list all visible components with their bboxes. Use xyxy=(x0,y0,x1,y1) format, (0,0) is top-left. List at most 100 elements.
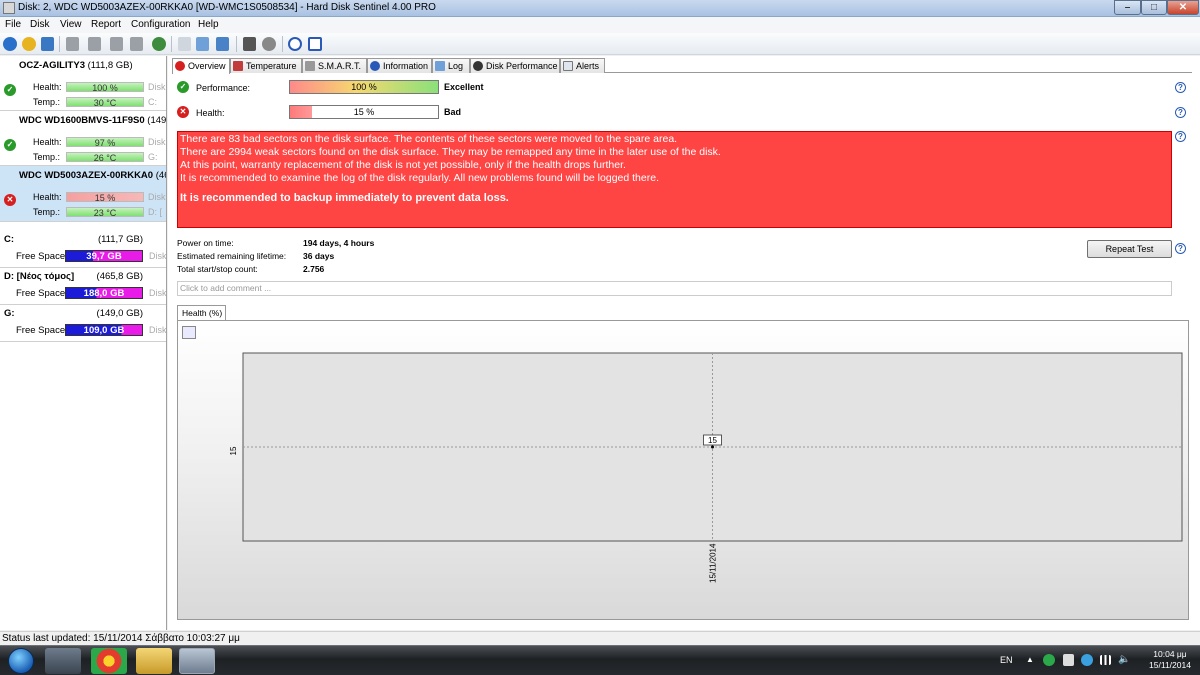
help-icon[interactable]: ? xyxy=(1175,131,1186,142)
health-graph-frame: 15 15/11/2014 15 xyxy=(177,320,1189,620)
tool1-icon[interactable] xyxy=(66,37,79,51)
explorer-icon[interactable] xyxy=(136,648,172,674)
settings-icon[interactable] xyxy=(262,37,276,51)
toolbar xyxy=(0,33,1200,55)
save-icon[interactable] xyxy=(196,37,209,51)
ok-status-icon: ✓ xyxy=(177,81,189,93)
disk-name: WDC WD5003AZEX-00RKKA0 xyxy=(19,170,154,181)
document-icon[interactable] xyxy=(178,37,191,51)
main-panel: Overview Temperature S.M.A.R.T. Informat… xyxy=(168,56,1200,630)
app-icon xyxy=(3,2,15,14)
tab-smart[interactable]: S.M.A.R.T. xyxy=(302,58,367,73)
partition-letter: D: [Νέος τόμος] xyxy=(4,271,75,282)
menu-view[interactable]: View xyxy=(60,19,82,30)
health-label: Health: xyxy=(33,192,62,202)
network-icon[interactable] xyxy=(1100,655,1111,665)
send-icon[interactable] xyxy=(216,37,229,51)
error-status-icon: ✕ xyxy=(4,194,16,206)
free-space-bar: 109,0 GB xyxy=(65,324,143,336)
language-indicator[interactable]: EN xyxy=(1000,655,1013,665)
info-icon[interactable] xyxy=(308,37,322,51)
action-center-icon[interactable] xyxy=(1063,654,1074,666)
alert-line: There are 2994 weak sectors found on the… xyxy=(180,146,721,158)
disk-capacity: (149 xyxy=(147,115,167,126)
tab-overview[interactable]: Overview xyxy=(172,58,230,74)
disk-name: WDC WD1600BMVS-11F9S0 xyxy=(19,115,145,126)
partition-item[interactable]: G: (149,0 GB) Free Space 109,0 GB Disk xyxy=(0,305,166,342)
clock-time: 10:04 μμ xyxy=(1153,649,1187,659)
menu-file[interactable]: File xyxy=(5,19,21,30)
help-icon[interactable] xyxy=(288,37,302,51)
menu-configuration[interactable]: Configuration xyxy=(131,19,190,30)
monitor-icon[interactable] xyxy=(243,37,256,51)
temp-label: Temp.: xyxy=(33,97,61,107)
tab-log[interactable]: Log xyxy=(432,58,470,73)
status-bar: Status last updated: 15/11/2014 Σάββατο … xyxy=(0,631,1200,645)
health-bar: 97 % xyxy=(66,137,144,148)
start-stop-value: 2.756 xyxy=(303,264,325,274)
partition-letter: G: xyxy=(4,308,15,319)
disk-capacity: (46 xyxy=(155,170,166,181)
tool2-icon[interactable] xyxy=(88,37,101,51)
repeat-test-button[interactable]: Repeat Test xyxy=(1087,240,1172,258)
disk-item-selected[interactable]: WDC WD5003AZEX-00RKKA0 (46 ✕ Health: 15 … xyxy=(0,166,166,222)
maximize-button[interactable]: □ xyxy=(1141,0,1167,15)
hard-disk-sentinel-icon[interactable] xyxy=(179,648,215,674)
power-on-value: 194 days, 4 hours xyxy=(303,238,375,248)
media-player-icon[interactable] xyxy=(45,648,81,674)
tab-disk-performance[interactable]: Disk Performance xyxy=(470,58,560,73)
alert-line: At this point, warranty replacement of t… xyxy=(180,159,626,171)
performance-bar: 100 % xyxy=(289,80,439,94)
help-icon[interactable]: ? xyxy=(1175,82,1186,93)
menu-disk[interactable]: Disk xyxy=(30,19,49,30)
menu-help[interactable]: Help xyxy=(198,19,219,30)
tab-alerts[interactable]: Alerts xyxy=(560,58,605,73)
disk-item[interactable]: OCZ-AGILITY3 (111,8 GB) ✓ Health: 100 % … xyxy=(0,56,166,111)
start-button-icon[interactable] xyxy=(8,648,34,674)
tab-information[interactable]: Information xyxy=(367,58,432,73)
power-on-label: Power on time: xyxy=(177,238,234,248)
health-bar: 15 % xyxy=(66,192,144,203)
title-bar: Disk: 2, WDC WD5003AZEX-00RKKA0 [WD-WMC1… xyxy=(0,0,1200,17)
system-clock[interactable]: 10:04 μμ 15/11/2014 xyxy=(1140,649,1200,671)
globe-icon[interactable] xyxy=(152,37,166,51)
tool4-icon[interactable] xyxy=(130,37,143,51)
disk-item[interactable]: WDC WD1600BMVS-11F9S0 (149 ✓ Health: 97 … xyxy=(0,111,167,166)
tray-app-icon[interactable] xyxy=(1043,654,1055,666)
free-space-bar: 39,7 GB xyxy=(65,250,143,262)
minimize-button[interactable]: – xyxy=(1114,0,1141,15)
alert-message-box: There are 83 bad sectors on the disk sur… xyxy=(177,131,1172,228)
comment-field[interactable]: Click to add comment ... xyxy=(177,281,1172,296)
alert-line: It is recommended to examine the log of … xyxy=(180,172,659,184)
tab-temperature[interactable]: Temperature xyxy=(230,58,302,73)
partition-item[interactable]: D: [Νέος τόμος] (465,8 GB) Free Space 18… xyxy=(0,268,166,305)
chrome-icon[interactable] xyxy=(91,648,127,674)
close-button[interactable]: ✕ xyxy=(1167,0,1199,15)
alerts-icon xyxy=(563,61,573,71)
report-icon[interactable] xyxy=(41,37,54,51)
volume-icon[interactable]: 🔈 xyxy=(1118,654,1130,665)
skype-icon[interactable] xyxy=(1081,654,1093,666)
free-space-label: Free Space xyxy=(16,325,66,336)
temp-label: Temp.: xyxy=(33,207,61,217)
disk-capacity: (111,8 GB) xyxy=(87,60,133,71)
remaining-lifetime-value: 36 days xyxy=(303,251,335,261)
error-status-icon: ✕ xyxy=(177,106,189,118)
tool3-icon[interactable] xyxy=(110,37,123,51)
partition-item[interactable]: C: (111,7 GB) Free Space 39,7 GB Disk xyxy=(0,231,166,268)
alert-icon[interactable] xyxy=(22,37,36,51)
tab-health-graph[interactable]: Health (%) xyxy=(177,305,226,321)
health-label: Health: xyxy=(196,108,225,118)
help-icon[interactable]: ? xyxy=(1175,243,1186,254)
help-icon[interactable]: ? xyxy=(1175,107,1186,118)
disk-name: OCZ-AGILITY3 xyxy=(19,60,85,71)
menu-report[interactable]: Report xyxy=(91,19,121,30)
refresh-icon[interactable] xyxy=(3,37,17,51)
free-space-bar: 188,0 GB xyxy=(65,287,143,299)
temp-bar: 30 °C xyxy=(66,97,144,108)
tray-arrow-icon[interactable]: ▲ xyxy=(1026,655,1034,664)
disk-side-label: Disk xyxy=(148,82,166,92)
disk-side-label: D: [ xyxy=(148,207,163,217)
data-label: 15 xyxy=(708,436,717,445)
disk-side-label: G: xyxy=(148,152,158,162)
